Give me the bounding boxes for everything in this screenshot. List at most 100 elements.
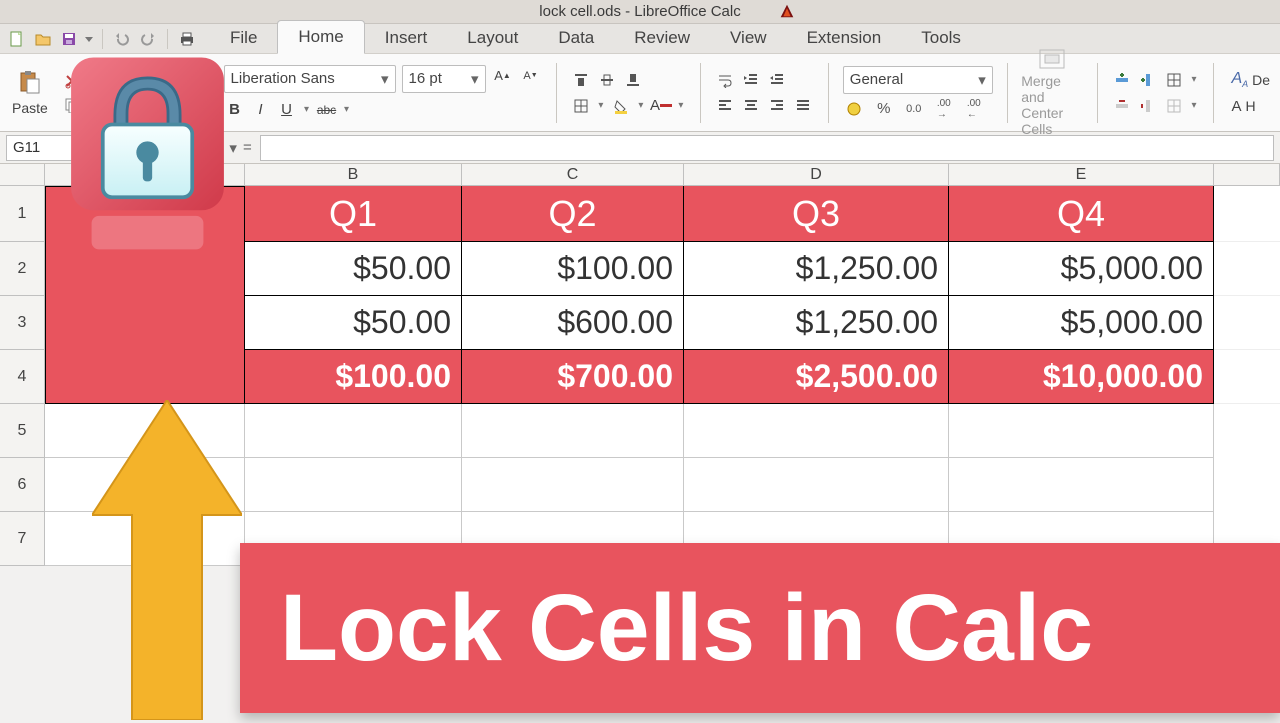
cell-C4[interactable]: $700.00 [462,350,684,404]
font-color-button[interactable]: A [650,95,672,117]
align-middle-button[interactable] [596,69,618,91]
new-doc-icon[interactable] [6,28,28,50]
strikethrough-button[interactable]: abc [316,99,338,121]
insert-col-button[interactable] [1137,69,1159,91]
cell-D4[interactable]: $2,500.00 [684,350,949,404]
align-right-button[interactable] [766,95,788,117]
row-header-3[interactable]: 3 [0,296,45,350]
decrease-indent-button[interactable] [766,69,788,91]
add-decimal-button[interactable]: .00→ [933,98,955,120]
percent-button[interactable]: % [873,98,895,120]
insert-cells-dropdown[interactable]: ▾ [1189,69,1199,91]
open-doc-icon[interactable] [32,28,54,50]
grow-font-button[interactable]: A▲ [492,65,514,87]
cell-D1[interactable]: Q3 [684,186,949,242]
cell-E3[interactable]: $5,000.00 [949,296,1214,350]
tab-home[interactable]: Home [277,20,364,54]
row-header-1[interactable]: 1 [0,186,45,242]
cell-blank[interactable] [1214,186,1280,242]
tab-review[interactable]: Review [614,22,710,54]
col-header-D[interactable]: D [684,164,949,186]
remove-decimal-button[interactable]: .00← [963,98,985,120]
col-header-E[interactable]: E [949,164,1214,186]
font-color-dropdown[interactable]: ▾ [676,95,686,117]
cell-E4[interactable]: $10,000.00 [949,350,1214,404]
formula-input[interactable] [260,135,1274,161]
print-icon[interactable] [176,28,198,50]
currency-button[interactable] [843,98,865,120]
equals-icon[interactable]: = [243,139,252,156]
row-header-4[interactable]: 4 [0,350,45,404]
merge-center-button[interactable]: Merge and Center Cells [1021,49,1082,137]
cell-C5[interactable] [462,404,684,458]
row-header-6[interactable]: 6 [0,458,45,512]
align-left-button[interactable] [714,95,736,117]
tab-tools[interactable]: Tools [901,22,981,54]
cell-blank[interactable] [1214,242,1280,296]
cell-style-default[interactable]: De [1252,72,1270,88]
underline-dropdown[interactable]: ▾ [302,99,312,121]
cell-E6[interactable] [949,458,1214,512]
font-name-combo[interactable]: Liberation Sans ▾ [224,65,396,93]
tab-view[interactable]: View [710,22,787,54]
row-header-7[interactable]: 7 [0,512,45,566]
insert-row-button[interactable] [1111,69,1133,91]
select-all-corner[interactable] [0,164,45,186]
cell-style-heading[interactable]: H [1245,98,1255,114]
cell-D5[interactable] [684,404,949,458]
delete-cells-button[interactable] [1163,95,1185,117]
cell-E1[interactable]: Q4 [949,186,1214,242]
overline-button[interactable]: ▾ [342,99,352,121]
cell-C6[interactable] [462,458,684,512]
paste-button[interactable]: Paste [6,66,54,120]
col-header-C[interactable]: C [462,164,684,186]
cell-B4[interactable]: $100.00 [245,350,462,404]
cell-blank[interactable] [1214,458,1280,512]
redo-icon[interactable] [137,28,159,50]
tab-insert[interactable]: Insert [365,22,448,54]
cell-D3[interactable]: $1,250.00 [684,296,949,350]
number-format-combo[interactable]: General ▾ [843,66,993,94]
insert-cells-button[interactable] [1163,69,1185,91]
cell-B1[interactable]: Q1 [245,186,462,242]
row-header-5[interactable]: 5 [0,404,45,458]
align-bottom-button[interactable] [622,69,644,91]
undo-icon[interactable] [111,28,133,50]
cell-B2[interactable]: $50.00 [245,242,462,296]
cell-C1[interactable]: Q2 [462,186,684,242]
cell-E5[interactable] [949,404,1214,458]
italic-button[interactable]: I [250,99,272,121]
col-header-extra[interactable] [1214,164,1280,186]
cell-B5[interactable] [245,404,462,458]
cell-C2[interactable]: $100.00 [462,242,684,296]
cell-C3[interactable]: $600.00 [462,296,684,350]
tab-data[interactable]: Data [538,22,614,54]
col-header-B[interactable]: B [245,164,462,186]
borders-dropdown[interactable]: ▾ [596,95,606,117]
borders-button[interactable] [570,95,592,117]
delete-row-button[interactable] [1111,95,1133,117]
tab-extension[interactable]: Extension [787,22,902,54]
increase-indent-button[interactable] [740,69,762,91]
cell-E2[interactable]: $5,000.00 [949,242,1214,296]
save-icon[interactable] [58,28,80,50]
save-dropdown-icon[interactable] [84,28,94,50]
delete-cells-dropdown[interactable]: ▾ [1189,95,1199,117]
align-top-button[interactable] [570,69,592,91]
cell-D2[interactable]: $1,250.00 [684,242,949,296]
cell-D6[interactable] [684,458,949,512]
fill-color-button[interactable] [610,95,632,117]
row-header-2[interactable]: 2 [0,242,45,296]
align-justify-button[interactable] [792,95,814,117]
shrink-font-button[interactable]: A▼ [520,65,542,87]
font-size-combo[interactable]: 16 pt ▾ [402,65,486,93]
cell-B3[interactable]: $50.00 [245,296,462,350]
align-center-button[interactable] [740,95,762,117]
tab-layout[interactable]: Layout [447,22,538,54]
wrap-text-button[interactable] [714,69,736,91]
number-button[interactable]: 0.0 [903,98,925,120]
delete-col-button[interactable] [1137,95,1159,117]
cell-blank[interactable] [1214,350,1280,404]
fill-color-dropdown[interactable]: ▾ [636,95,646,117]
cell-blank[interactable] [1214,404,1280,458]
